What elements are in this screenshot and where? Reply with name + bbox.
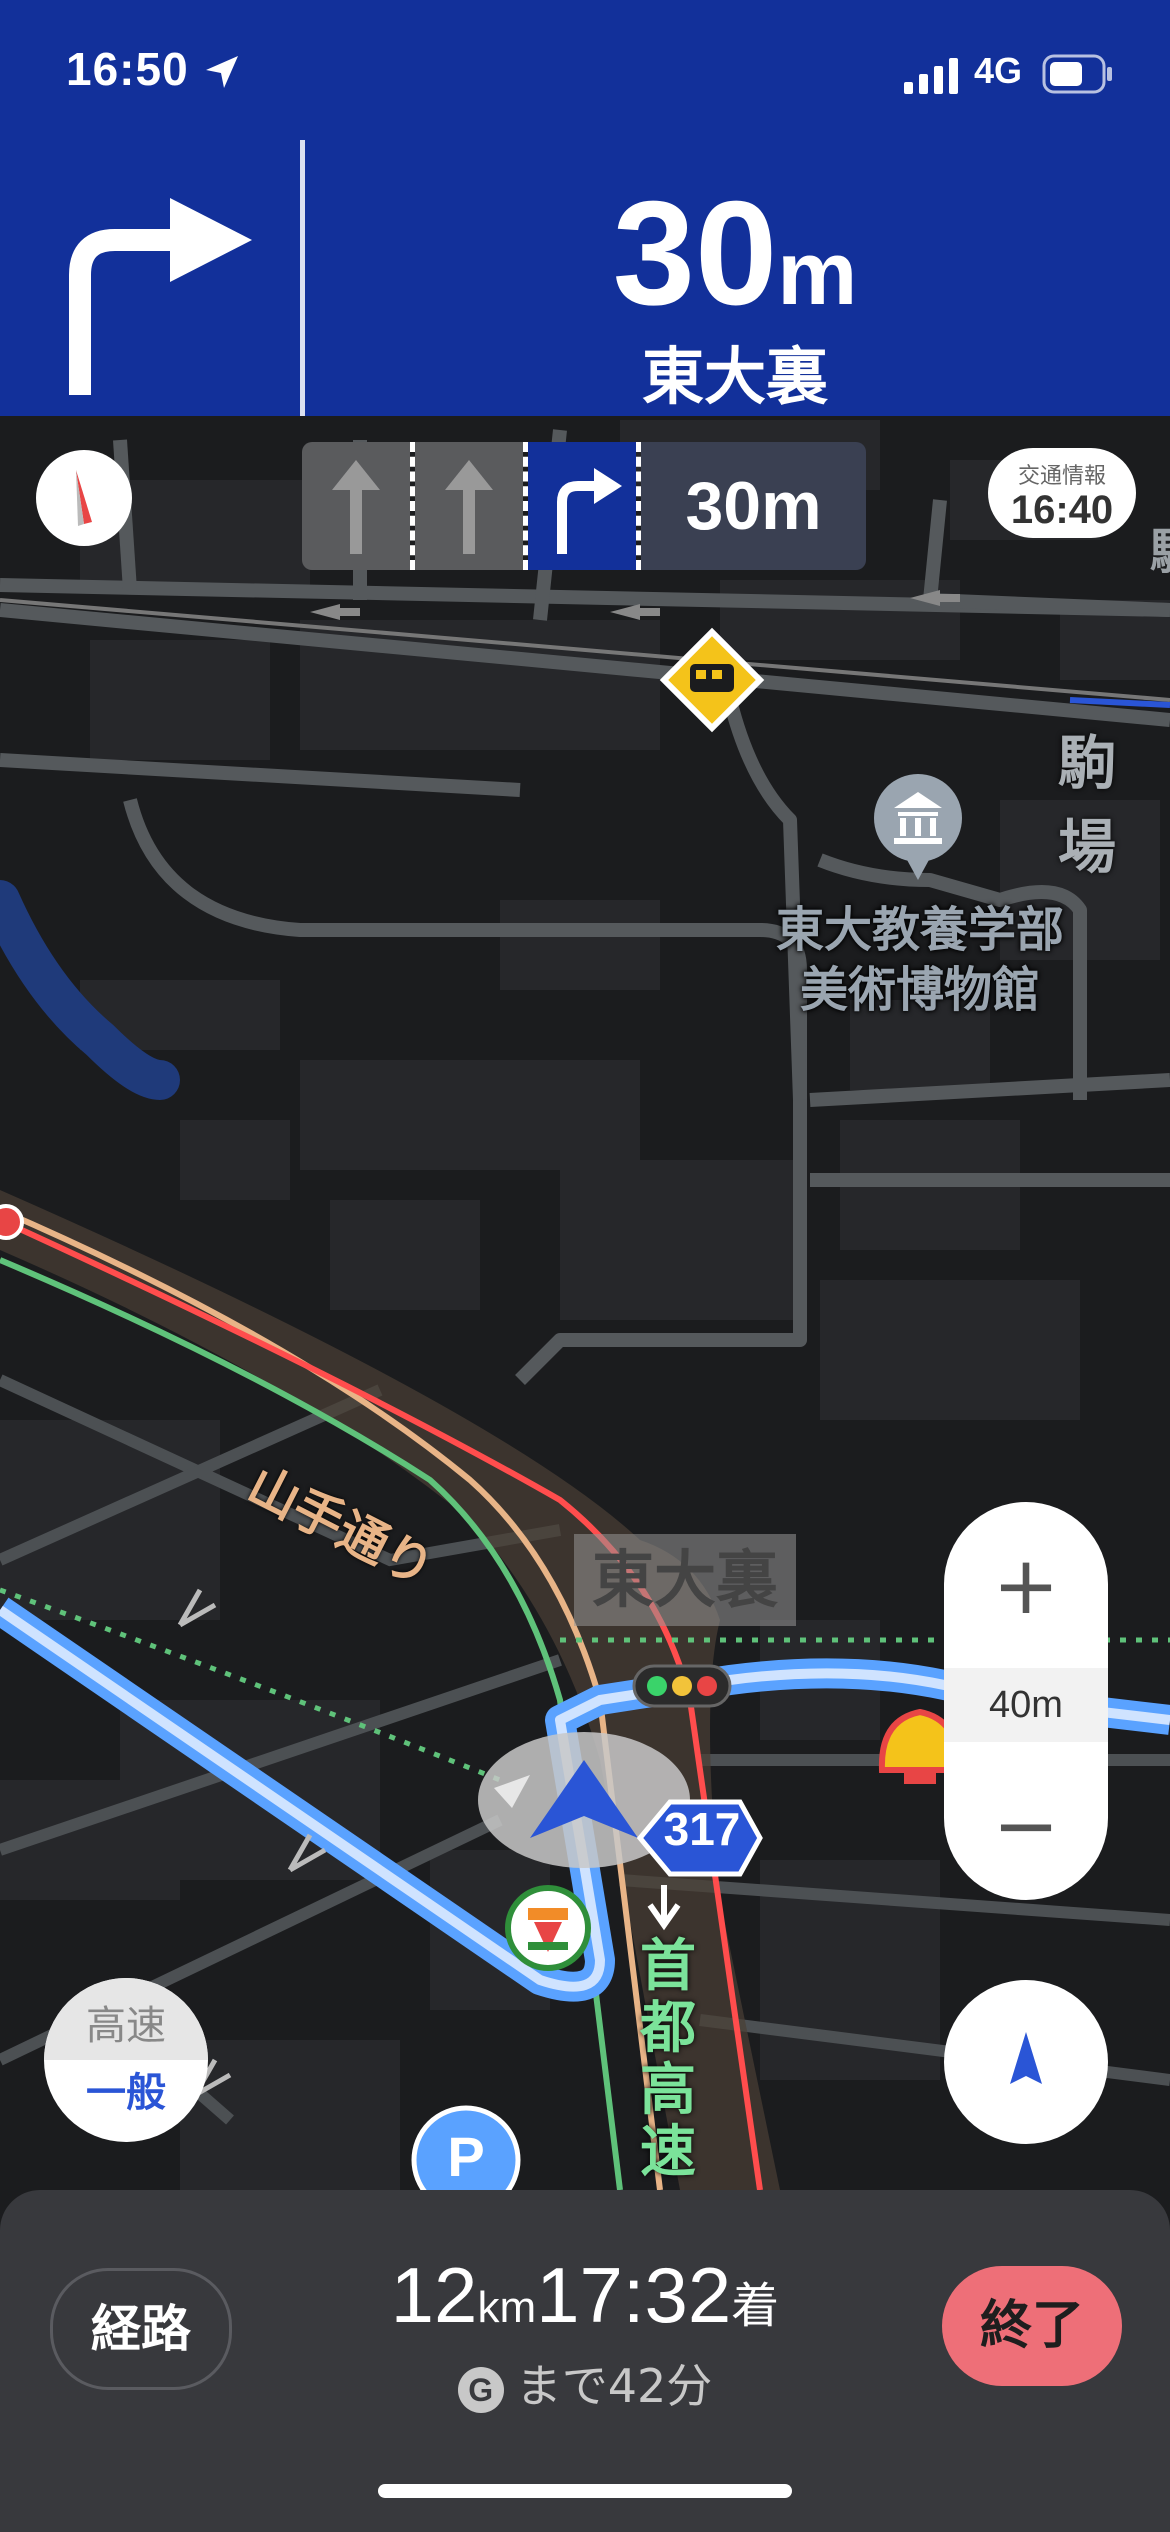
route-button[interactable]: 経路 [50,2268,232,2390]
turn-distance: 30m [300,180,1170,328]
battery-icon [1042,54,1112,94]
compass-icon [76,470,92,526]
remaining-time-text: まで42分 [515,2359,713,2413]
poi-name-line2: 美術博物館 [799,962,1040,1018]
status-time: 16:50 [66,43,189,95]
lane-straight [415,442,523,570]
poi-name-line1: 東大教養学部 [775,902,1064,958]
highway-char: 首 [640,1934,696,1999]
compass-button[interactable] [36,450,132,546]
status-bar: 16:50 4G [0,0,1170,140]
goal-icon: G [457,2366,504,2413]
traffic-info-time: 16:40 [1010,488,1114,532]
map-scale: 40m [944,1668,1108,1742]
location-arrow-icon [206,56,238,88]
lane-distance: 30m [641,442,866,570]
zoom-in-button[interactable]: + [944,1546,1108,1626]
recenter-button[interactable] [944,1980,1108,2144]
navigation-arrow-icon [1010,2032,1042,2084]
toggle-general[interactable]: 一般 [44,2060,208,2126]
network-type: 4G [974,50,1023,91]
highway-char: 高 [640,2058,696,2123]
traffic-info-button[interactable]: 交通情報 16:40 [988,448,1136,538]
zoom-out-button[interactable]: − [944,1786,1108,1866]
area-name-cut: 駒 [1150,512,1170,582]
road-type-toggle[interactable]: 高速 一般 [44,1978,208,2142]
end-navigation-button[interactable]: 終了 [942,2266,1122,2386]
lane-straight [302,442,410,570]
home-indicator[interactable] [378,2484,792,2498]
street-name-tag: 東大裏 [574,1534,796,1626]
poi-museum-name[interactable]: 東大教養学部 美術博物館 [720,900,1120,1020]
turn-distance-value: 30 [612,171,778,336]
turn-right-arrow-icon [69,198,252,395]
parking-label: P [447,2125,485,2188]
map-canvas [0,416,1170,2190]
remaining-time: G まで42分 [270,2350,900,2416]
trip-panel: 経路 12km17:32着 G まで42分 終了 [0,2190,1170,2532]
trip-summary: 12km17:32着 [270,2250,900,2341]
straight-arrow-icon [332,460,380,554]
straight-arrow-icon [445,460,493,554]
arrival-time: 17:32 [536,2251,732,2339]
next-street-name: 東大裏 [641,340,828,413]
remaining-distance-value: 12 [390,2251,478,2339]
highway-char: 都 [640,1996,696,2061]
turn-distance-unit: m [777,224,858,324]
convenience-store-icon [505,1885,591,1971]
map-view[interactable]: 東大教養学部 美術博物館 駒場 駒 東大裏 山手通り 317 首 都 高 速 P [0,416,1170,2190]
zoom-control: + 40m − [944,1502,1108,1900]
lane-right-active [528,442,636,570]
guidance-banner: 16:50 4G 30m 東大裏 [0,0,1170,416]
remaining-distance-unit: km [477,2283,537,2332]
traffic-info-label: 交通情報 [1017,464,1106,489]
route-number-label: 317 [663,1803,741,1855]
highway-label: 首 都 高 速 [640,1936,700,2184]
cellular-signal-icon [904,58,958,94]
lane-guidance: 30m [302,442,866,570]
turn-right-lane-icon [557,468,622,554]
highway-char: 速 [640,2120,696,2185]
arrival-suffix: 着 [731,2278,780,2334]
area-name-komaba: 駒場 [1058,729,1117,881]
